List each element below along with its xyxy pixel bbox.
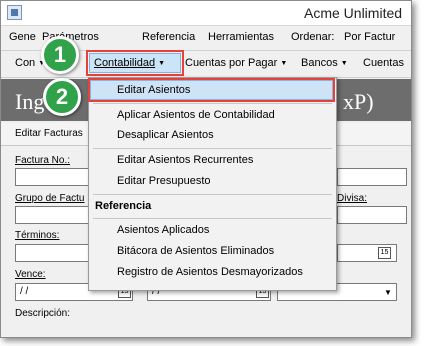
calendar-icon[interactable]: 15 (378, 247, 391, 259)
toolbar-cuentas-label: Cuentas (363, 57, 404, 69)
step-2-callout: 2 (43, 78, 81, 116)
toolbar-cuentas-pagar-label: Cuentas por Pagar (185, 57, 278, 69)
grupo-input[interactable] (15, 206, 91, 224)
app-icon (7, 5, 22, 20)
factura-input[interactable] (15, 168, 91, 186)
menu-item-editar-presupuesto[interactable]: Editar Presupuesto (117, 175, 211, 187)
vence-date-value: / / (20, 286, 29, 297)
caret-down-icon: ▼ (340, 60, 348, 67)
contabilidad-red-outline (86, 50, 184, 76)
toolbar-bancos-button[interactable]: Bancos ▼ (301, 57, 348, 69)
ordenar-label: Ordenar: (291, 31, 335, 43)
menu-separator (93, 148, 332, 149)
descripcion-label: Descripción: (15, 308, 71, 319)
grupo-label: Grupo de Factu (15, 193, 85, 204)
page-title: Ing (15, 89, 45, 114)
toolbar-cuentas-button[interactable]: Cuentas (363, 57, 404, 69)
divisa-label: Divisa: (337, 193, 368, 204)
menu-item-editar-asientos[interactable]: Editar Asientos (117, 84, 190, 96)
terminos-input[interactable] (15, 244, 91, 262)
menu-item-editar-recurrentes[interactable]: Editar Asientos Recurrentes (117, 154, 253, 166)
vence-label: Vence: (15, 269, 46, 280)
menu-item-registro-desmayorizados[interactable]: Registro de Asientos Desmayorizados (117, 266, 303, 278)
step-1-callout: 1 (41, 36, 79, 74)
menu-item-bitacora-eliminados[interactable]: Bitácora de Asientos Eliminados (117, 245, 274, 257)
terminos-label: Términos: (15, 230, 60, 241)
menu-separator (93, 218, 332, 219)
menu-section-referencia: Referencia (95, 200, 152, 212)
menu-item-aplicar-asientos[interactable]: Aplicar Asientos de Contabilidad (117, 109, 275, 121)
app-window: Acme Unlimited Gene Parámetros Referenci… (0, 0, 412, 338)
menu-herramientas[interactable]: Herramientas (208, 31, 274, 43)
title-bar: Acme Unlimited (1, 1, 411, 26)
page-title-suffix: xP) (343, 89, 374, 114)
menu-separator (93, 103, 332, 104)
factura-right-input[interactable] (337, 168, 407, 186)
ordenar-value[interactable]: Por Factur (344, 31, 395, 43)
menu-general[interactable]: Gene (9, 31, 36, 43)
menu-item-desaplicar-asientos[interactable]: Desaplicar Asientos (117, 129, 214, 141)
menu-separator (93, 194, 332, 195)
divisa-input[interactable] (337, 206, 407, 224)
tab-editar-facturas[interactable]: Editar Facturas (15, 128, 83, 139)
contabilidad-dropdown-menu: Editar Asientos Aplicar Asientos de Cont… (88, 77, 337, 291)
window-title: Acme Unlimited (304, 5, 403, 21)
toolbar-bancos-label: Bancos (301, 57, 338, 69)
menu-referencia[interactable]: Referencia (142, 31, 195, 43)
caret-down-icon: ▼ (280, 60, 288, 67)
factura-label: Factura No.: (15, 155, 71, 166)
toolbar-con-label: Con (15, 57, 36, 69)
menu-item-asientos-aplicados[interactable]: Asientos Aplicados (117, 224, 209, 236)
chevron-down-icon: ▼ (384, 288, 392, 297)
toolbar-cuentas-pagar-button[interactable]: Cuentas por Pagar ▼ (185, 57, 287, 69)
